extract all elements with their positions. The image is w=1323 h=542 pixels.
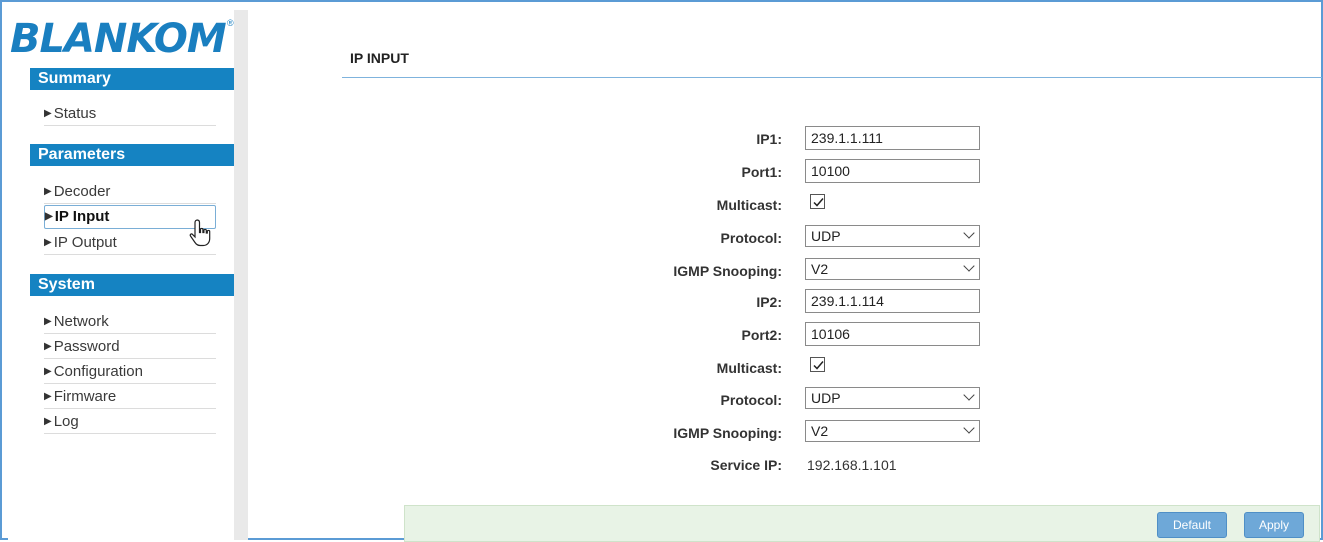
protocol2-select[interactable]: UDP [805,387,980,409]
sidebar-item-label: Password [53,337,120,355]
title-divider [342,77,1322,78]
sidebar-item-label: Firmware [53,387,117,405]
row-ip1: IP1: 239.1.1.111 [562,126,1082,154]
section-summary: Summary [30,68,238,90]
sidebar-item-label: Status [53,104,97,122]
arrow-right-icon: ▶ [44,107,52,119]
sidebar-item-label: IP Output [53,233,117,251]
protocol1-value: UDP [811,228,841,244]
apply-button[interactable]: Apply [1244,512,1304,538]
registered-mark: ® [227,18,234,28]
protocol2-value: UDP [811,390,841,406]
chevron-down-icon [963,227,975,239]
checkmark-icon [813,198,824,207]
section-system: System [30,274,238,296]
igmp2-label: IGMP Snooping: [673,425,782,441]
arrow-right-icon: ▶ [45,211,53,222]
row-protocol1: Protocol: UDP [562,225,1082,253]
app-frame: BLANKOM ® Summary ▶ Status Parameters ▶ … [0,0,1323,542]
hand-pointer-icon [189,219,211,247]
sidebar-item-label: IP Input [54,208,110,225]
igmp2-value: V2 [811,423,829,439]
chevron-down-icon [963,260,975,272]
protocol2-label: Protocol: [720,392,782,408]
service-ip-value: 192.168.1.101 [807,457,897,473]
checkmark-icon [813,361,824,370]
port1-label: Port1: [741,164,782,180]
igmp2-select[interactable]: V2 [805,420,980,442]
row-port1: Port1: 10100 [562,159,1082,187]
multicast2-label: Multicast: [716,360,782,376]
ip1-input[interactable]: 239.1.1.111 [805,126,980,150]
chevron-down-icon [963,389,975,401]
service-ip-label: Service IP: [710,457,782,473]
ip2-label: IP2: [756,294,782,310]
multicast1-checkbox[interactable] [810,194,825,209]
row-service-ip: Service IP: 192.168.1.101 [562,452,1082,480]
page-title: IP INPUT [350,50,409,66]
sidebar-item-password[interactable]: ▶ Password [44,335,216,359]
sidebar-item-label: Configuration [53,362,143,380]
arrow-right-icon: ▶ [44,185,52,197]
sidebar-item-label: Log [53,412,79,430]
row-multicast1: Multicast: [562,192,1082,220]
sidebar-item-configuration[interactable]: ▶ Configuration [44,360,216,384]
row-protocol2: Protocol: UDP [562,387,1082,415]
sidebar-gutter [234,10,248,540]
arrow-right-icon: ▶ [44,315,52,327]
brand-logo: BLANKOM [10,16,227,62]
igmp1-label: IGMP Snooping: [673,263,782,279]
sidebar-item-label: Decoder [53,182,111,200]
port2-label: Port2: [741,327,782,343]
ip2-input[interactable]: 239.1.1.114 [805,289,980,313]
sidebar: BLANKOM ® Summary ▶ Status Parameters ▶ … [8,10,238,540]
default-button[interactable]: Default [1157,512,1227,538]
arrow-right-icon: ▶ [44,236,52,248]
sidebar-item-status[interactable]: ▶ Status [44,102,216,126]
ip1-label: IP1: [756,131,782,147]
row-igmp2: IGMP Snooping: V2 [562,420,1082,448]
port1-input[interactable]: 10100 [805,159,980,183]
row-port2: Port2: 10106 [562,322,1082,350]
sidebar-item-log[interactable]: ▶ Log [44,410,216,434]
arrow-right-icon: ▶ [44,390,52,402]
multicast1-label: Multicast: [716,197,782,213]
chevron-down-icon [963,422,975,434]
section-parameters: Parameters [30,144,238,166]
igmp1-select[interactable]: V2 [805,258,980,280]
sidebar-item-network[interactable]: ▶ Network [44,310,216,334]
row-ip2: IP2: 239.1.1.114 [562,289,1082,317]
arrow-right-icon: ▶ [44,365,52,377]
sidebar-item-decoder[interactable]: ▶ Decoder [44,180,216,204]
protocol1-select[interactable]: UDP [805,225,980,247]
row-igmp1: IGMP Snooping: V2 [562,258,1082,286]
row-multicast2: Multicast: [562,355,1082,383]
port2-input[interactable]: 10106 [805,322,980,346]
arrow-right-icon: ▶ [44,340,52,352]
sidebar-item-firmware[interactable]: ▶ Firmware [44,385,216,409]
igmp1-value: V2 [811,261,829,277]
arrow-right-icon: ▶ [44,415,52,427]
multicast2-checkbox[interactable] [810,357,825,372]
protocol1-label: Protocol: [720,230,782,246]
sidebar-item-label: Network [53,312,109,330]
